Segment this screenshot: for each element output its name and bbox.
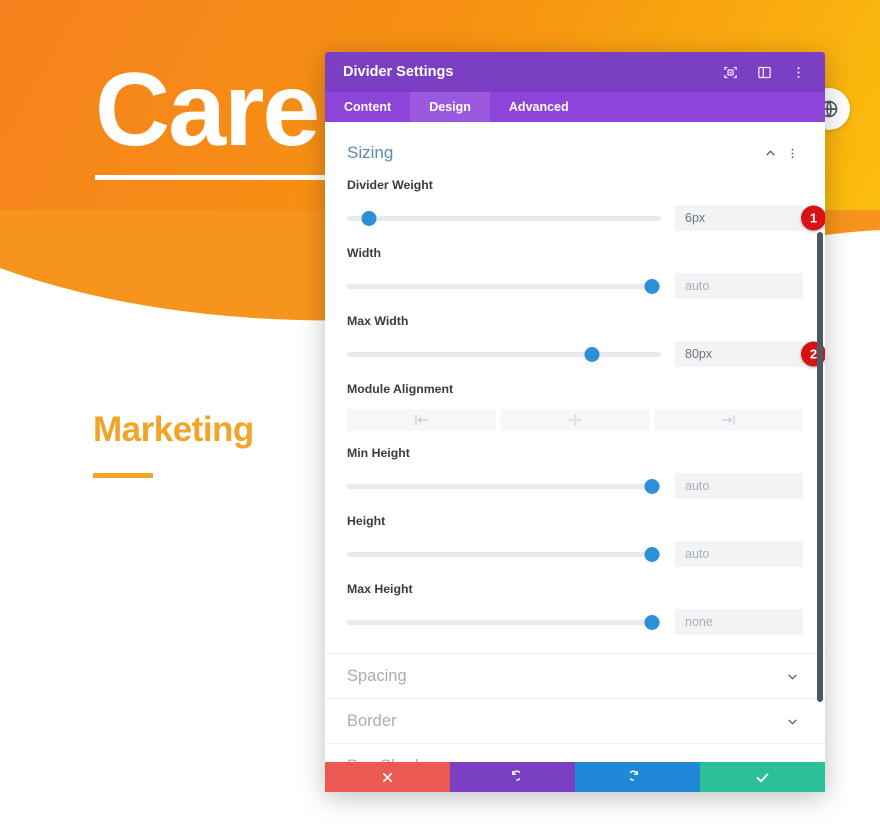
field-min-height: Min Height auto — [325, 446, 825, 499]
modal-header-icons — [717, 59, 811, 85]
chevron-up-icon[interactable] — [759, 142, 781, 164]
cancel-button[interactable] — [325, 762, 450, 792]
redo-button[interactable] — [575, 762, 700, 792]
tab-advanced[interactable]: Advanced — [490, 92, 588, 122]
slider-thumb[interactable] — [644, 615, 660, 630]
save-button[interactable] — [700, 762, 825, 792]
module-alignment-group — [325, 409, 825, 431]
field-divider-weight: Divider Weight 6px 1 — [325, 178, 825, 231]
focus-target-icon[interactable] — [717, 59, 743, 85]
divider-weight-slider[interactable] — [347, 211, 661, 226]
height-slider[interactable] — [347, 547, 661, 562]
tab-design[interactable]: Design — [410, 92, 490, 122]
section-more-vertical-icon[interactable] — [781, 142, 803, 164]
divider-settings-modal: Divider Settings Content Design Advanced… — [325, 52, 825, 792]
align-left-icon[interactable] — [347, 409, 497, 431]
chevron-down-icon[interactable] — [781, 665, 803, 687]
field-width: Width auto — [325, 246, 825, 299]
collapsed-section-border[interactable]: Border — [325, 698, 825, 743]
redo-icon — [630, 770, 638, 781]
slider-track — [347, 215, 661, 221]
field-label: Divider Weight — [347, 178, 433, 192]
field-label: Max Width — [347, 314, 409, 328]
max-height-input[interactable]: none — [675, 609, 803, 635]
height-input[interactable]: auto — [675, 541, 803, 567]
field-label: Min Height — [347, 446, 410, 460]
modal-tab-bar: Content Design Advanced — [325, 92, 825, 122]
field-label: Width — [347, 246, 382, 260]
align-center-icon[interactable] — [500, 409, 650, 431]
hero-title: Care — [95, 52, 320, 168]
sizing-section-header[interactable]: Sizing — [325, 122, 825, 178]
collapsed-section-box-shadow[interactable]: Box Shadow — [325, 743, 825, 762]
max-height-slider[interactable] — [347, 615, 661, 630]
slider-track — [347, 551, 661, 557]
field-module-alignment: Module Alignment — [325, 382, 825, 431]
slider-track — [347, 351, 661, 357]
modal-scrollbar[interactable] — [817, 232, 823, 702]
max-width-input[interactable]: 80px 2 — [675, 341, 825, 367]
input-value: 6px — [685, 211, 706, 225]
module-alignment-label: Module Alignment — [347, 382, 454, 396]
section-label: Box Shadow — [347, 757, 781, 763]
tab-content[interactable]: Content — [325, 92, 410, 122]
slider-thumb[interactable] — [584, 347, 600, 362]
checkmark-icon — [756, 772, 769, 782]
input-value: 80px — [685, 347, 713, 361]
divider-weight-input[interactable]: 6px 1 — [675, 205, 825, 231]
input-value: auto — [685, 479, 710, 493]
section-label: Spacing — [347, 666, 407, 685]
width-input[interactable]: auto — [675, 273, 803, 299]
collapsed-section-spacing[interactable]: Spacing — [325, 653, 825, 698]
slider-thumb[interactable] — [644, 547, 660, 562]
slider-thumb[interactable] — [644, 479, 660, 494]
input-value: none — [685, 615, 713, 629]
field-label: Height — [347, 514, 386, 528]
field-max-width: Max Width 80px 2 — [325, 314, 825, 367]
undo-button[interactable] — [450, 762, 575, 792]
slider-thumb[interactable] — [644, 279, 660, 294]
min-height-input[interactable]: auto — [675, 473, 803, 499]
field-height: Height auto — [325, 514, 825, 567]
undo-icon — [512, 770, 520, 781]
input-value: auto — [685, 279, 710, 293]
min-height-slider[interactable] — [347, 479, 661, 494]
section-title: Marketing — [93, 410, 254, 449]
slider-thumb[interactable] — [361, 211, 377, 226]
layout-panel-icon[interactable] — [751, 59, 777, 85]
field-max-height: Max Height none — [325, 582, 825, 635]
width-slider[interactable] — [347, 279, 661, 294]
slider-track — [347, 619, 661, 625]
chevron-down-icon[interactable] — [781, 710, 803, 732]
slider-track — [347, 283, 661, 289]
more-vertical-icon[interactable] — [785, 59, 811, 85]
collapsed-sections-list: Spacing Border Box Shadow Filters — [325, 653, 825, 762]
modal-footer — [325, 762, 825, 792]
chevron-down-icon[interactable] — [781, 755, 803, 762]
modal-title: Divider Settings — [343, 64, 454, 80]
section-divider-line — [93, 473, 153, 478]
modal-body: Sizing Divider Weight 6px 1 Width auto M… — [325, 122, 825, 762]
close-icon — [382, 772, 393, 782]
input-value: auto — [685, 547, 710, 561]
section-label: Border — [347, 711, 397, 730]
field-label: Max Height — [347, 582, 413, 596]
align-right-icon[interactable] — [653, 409, 803, 431]
sizing-section-title: Sizing — [347, 143, 394, 162]
modal-header: Divider Settings — [325, 52, 825, 92]
max-width-slider[interactable] — [347, 347, 661, 362]
annotation-badge-1: 1 — [801, 205, 825, 231]
slider-track — [347, 483, 661, 489]
